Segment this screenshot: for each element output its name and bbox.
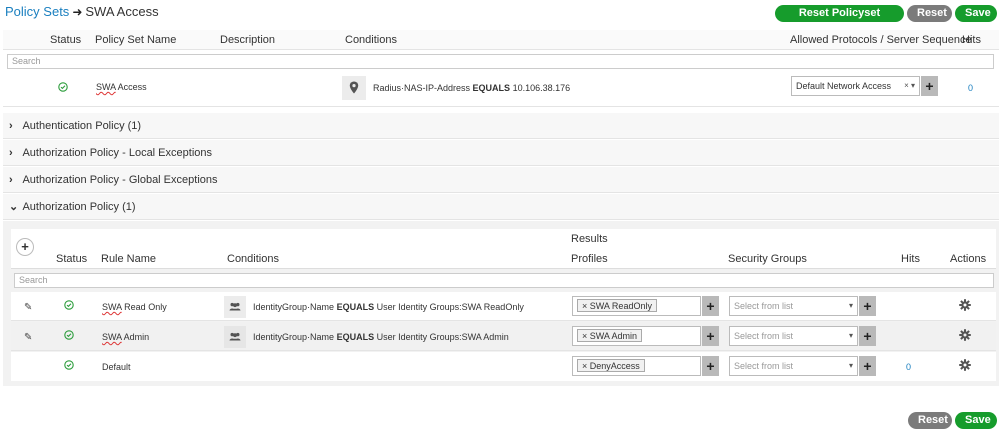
policy-set-name[interactable]: SWA Access xyxy=(96,82,147,92)
footer-save-button[interactable]: Save xyxy=(955,412,997,429)
chevron-down-icon: ▾ xyxy=(848,301,853,310)
user-group-icon xyxy=(229,302,241,314)
add-profile-button[interactable]: + xyxy=(702,326,719,346)
chevron-right-icon: › xyxy=(9,147,13,159)
authz-col-status: Status xyxy=(56,253,88,265)
page-title: SWA Access xyxy=(85,4,159,19)
reset-policyset-hitcounts-button[interactable]: Reset Policyset Hitcounts xyxy=(775,5,904,36)
rule-name[interactable]: SWA Read Only xyxy=(102,302,167,312)
rule-name[interactable]: Default xyxy=(102,362,131,372)
col-policy-set-name: Policy Set Name xyxy=(95,34,177,46)
security-group-select[interactable]: Select from list ▾ xyxy=(729,296,858,316)
authz-col-hits: Hits xyxy=(901,253,920,265)
status-enabled-icon xyxy=(64,330,74,343)
profile-select[interactable]: × DenyAccess xyxy=(572,356,701,376)
authz-col-security-groups: Security Groups xyxy=(728,253,807,265)
reset-button[interactable]: Reset xyxy=(907,5,952,22)
allowed-protocols-select[interactable]: Default Network Access × ▾ xyxy=(791,76,920,96)
rule-hits[interactable]: 0 xyxy=(906,362,911,372)
gear-icon[interactable] xyxy=(959,359,971,374)
col-description: Description xyxy=(220,34,276,46)
breadcrumb: Policy Sets ➜ SWA Access xyxy=(5,4,159,19)
add-security-group-button[interactable]: + xyxy=(859,356,876,376)
authz-col-actions: Actions xyxy=(950,253,987,265)
section-authorization-policy[interactable]: ⌄ Authorization Policy (1) xyxy=(3,194,999,220)
authz-search-input[interactable]: Search xyxy=(14,273,994,288)
add-security-group-button[interactable]: + xyxy=(859,326,876,346)
location-pin-icon xyxy=(349,81,359,97)
add-security-group-button[interactable]: + xyxy=(859,296,876,316)
authz-table-header xyxy=(11,229,996,269)
save-button[interactable]: Save xyxy=(955,5,997,22)
status-enabled-icon xyxy=(64,300,74,313)
add-profile-button[interactable]: + xyxy=(702,356,719,376)
status-enabled-icon xyxy=(64,360,74,373)
profile-tag[interactable]: × SWA Admin xyxy=(577,329,642,342)
edit-pencil-icon[interactable]: ✎ xyxy=(24,332,32,343)
gear-icon[interactable] xyxy=(959,299,971,314)
col-conditions: Conditions xyxy=(345,34,397,46)
add-protocol-button[interactable]: + xyxy=(921,76,938,96)
policy-hits[interactable]: 0 xyxy=(968,83,973,93)
section-authorization-global-exceptions[interactable]: › Authorization Policy - Global Exceptio… xyxy=(3,167,999,193)
add-profile-button[interactable]: + xyxy=(702,296,719,316)
policy-condition: Radius·NAS-IP-Address EQUALS 10.106.38.1… xyxy=(373,83,571,93)
col-allowed-protocols: Allowed Protocols / Server Sequence xyxy=(790,34,972,46)
chevron-right-icon: › xyxy=(9,120,13,132)
section-authentication-policy[interactable]: › Authentication Policy (1) xyxy=(3,113,999,139)
arrow-right-icon: ➜ xyxy=(72,5,83,19)
chevron-right-icon: › xyxy=(9,174,13,186)
col-status: Status xyxy=(50,34,82,46)
authz-col-results: Results xyxy=(571,233,608,245)
status-enabled-icon xyxy=(58,82,68,92)
chevron-down-icon: ⌄ xyxy=(9,201,19,213)
profile-select[interactable]: × SWA Admin xyxy=(572,326,701,346)
user-group-icon xyxy=(229,332,241,344)
rule-name[interactable]: SWA Admin xyxy=(102,332,149,342)
col-hits: Hits xyxy=(962,34,981,46)
authz-col-conditions: Conditions xyxy=(227,253,279,265)
rule-condition: IdentityGroup·Name EQUALS User Identity … xyxy=(253,302,524,312)
edit-pencil-icon[interactable]: ✎ xyxy=(24,302,32,313)
profile-select[interactable]: × SWA ReadOnly xyxy=(572,296,701,316)
security-group-select[interactable]: Select from list ▾ xyxy=(729,356,858,376)
profile-tag[interactable]: × DenyAccess xyxy=(577,359,645,372)
security-group-select[interactable]: Select from list ▾ xyxy=(729,326,858,346)
authz-col-rule-name: Rule Name xyxy=(101,253,157,265)
gear-icon[interactable] xyxy=(959,329,971,344)
chevron-down-icon: ▾ xyxy=(848,331,853,340)
policy-search-input[interactable]: Search xyxy=(7,54,994,69)
footer-reset-button[interactable]: Reset xyxy=(908,412,952,429)
add-rule-button[interactable]: + xyxy=(16,238,34,256)
section-authorization-local-exceptions[interactable]: › Authorization Policy - Local Exception… xyxy=(3,140,999,166)
breadcrumb-policy-sets-link[interactable]: Policy Sets xyxy=(5,4,69,19)
profile-tag[interactable]: × SWA ReadOnly xyxy=(577,299,657,312)
authz-col-profiles: Profiles xyxy=(571,253,608,265)
rule-condition: IdentityGroup·Name EQUALS User Identity … xyxy=(253,332,509,342)
chevron-down-icon: ▾ xyxy=(848,361,853,370)
clear-and-chevron-icon[interactable]: × ▾ xyxy=(904,77,915,95)
